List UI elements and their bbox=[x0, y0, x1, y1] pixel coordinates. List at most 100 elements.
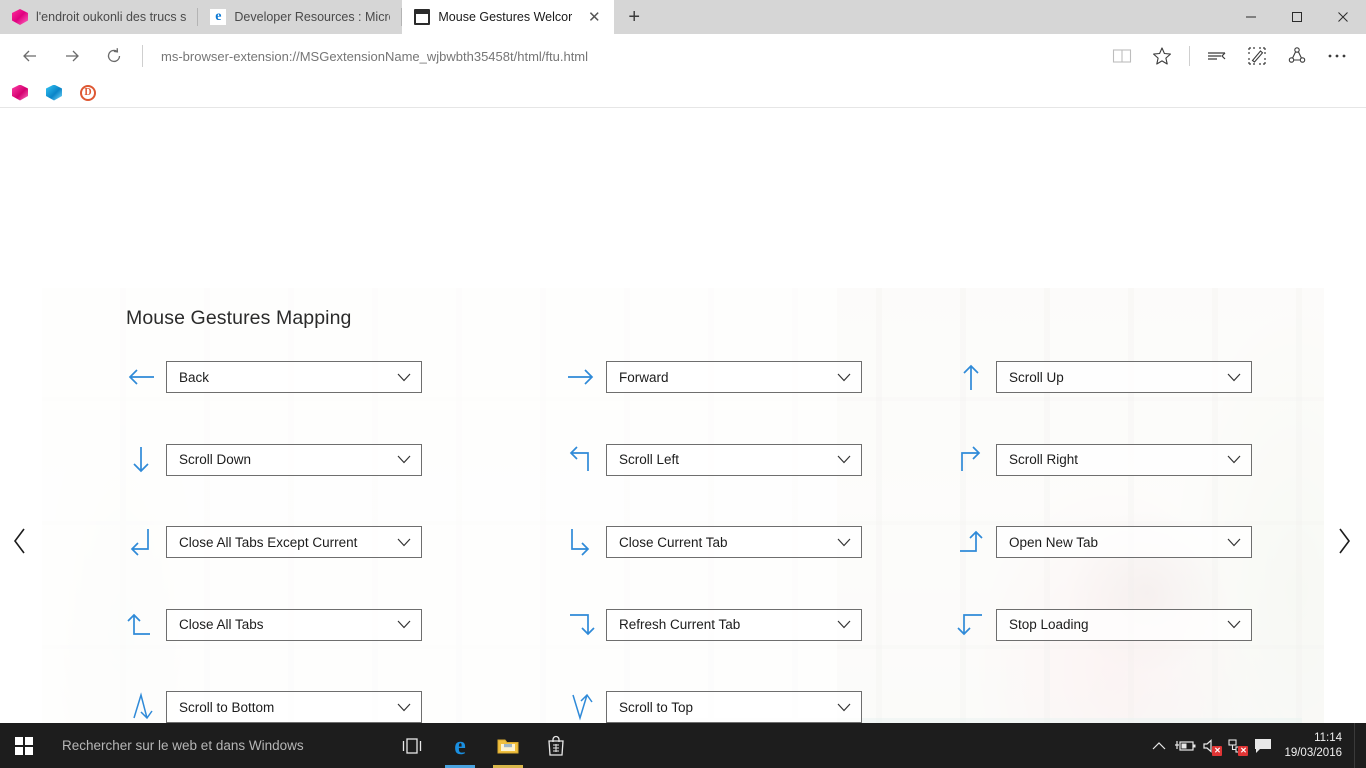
gesture-cell: Close Current Tab bbox=[482, 525, 872, 559]
favorites-bar: D bbox=[0, 78, 1366, 108]
task-view-button[interactable] bbox=[388, 723, 436, 768]
hub-icon[interactable] bbox=[1198, 38, 1236, 74]
gesture-action-select[interactable]: Refresh Current Tab bbox=[606, 608, 862, 641]
show-desktop-button[interactable] bbox=[1354, 723, 1362, 768]
gesture-left-down-icon bbox=[952, 608, 990, 642]
gesture-up-icon bbox=[952, 360, 990, 394]
gesture-action-value: Close All Tabs bbox=[179, 617, 264, 632]
taskbar-search-input[interactable]: Rechercher sur le web et dans Windows bbox=[48, 723, 388, 768]
chevron-down-icon bbox=[397, 703, 411, 712]
gesture-up-right-icon bbox=[952, 443, 990, 477]
gesture-action-select[interactable]: Scroll Down bbox=[166, 443, 422, 476]
more-icon[interactable] bbox=[1318, 38, 1356, 74]
address-bar[interactable]: ms-browser-extension://MSGextensionName_… bbox=[155, 41, 1093, 71]
window-icon bbox=[414, 9, 431, 25]
chevron-down-icon bbox=[837, 455, 851, 464]
chevron-down-icon bbox=[1227, 538, 1241, 547]
maximize-button[interactable] bbox=[1274, 0, 1320, 34]
file-explorer-button[interactable] bbox=[484, 723, 532, 768]
windows-start-icon[interactable] bbox=[0, 723, 48, 768]
store-bag-icon bbox=[548, 735, 564, 756]
gesture-action-select[interactable]: Close Current Tab bbox=[606, 526, 862, 558]
gesture-action-value: Scroll Up bbox=[1009, 369, 1064, 385]
chevron-down-icon bbox=[837, 373, 851, 382]
favorite-site-1-icon[interactable] bbox=[12, 84, 28, 101]
window-controls bbox=[1228, 0, 1366, 34]
carousel-next-button[interactable] bbox=[1336, 527, 1352, 555]
gesture-action-value: Scroll to Top bbox=[619, 699, 694, 715]
tab-item-0[interactable]: l'endroit oukonli des trucs s bbox=[0, 0, 199, 34]
gesture-action-value: Scroll Down bbox=[179, 452, 252, 467]
gesture-cell: Scroll Down bbox=[42, 443, 482, 477]
battery-charging-icon[interactable] bbox=[1172, 723, 1198, 768]
gesture-action-value: Scroll Right bbox=[1009, 452, 1079, 467]
chevron-down-icon bbox=[397, 620, 411, 629]
gesture-action-value: Stop Loading bbox=[1009, 617, 1089, 632]
gesture-cell: Back bbox=[42, 360, 482, 394]
refresh-icon[interactable] bbox=[94, 38, 134, 74]
page-content: Mouse Gestures Mapping Back Forward Scro… bbox=[0, 108, 1366, 723]
gesture-cell: Scroll to Top bbox=[482, 690, 872, 723]
web-note-icon[interactable] bbox=[1238, 38, 1276, 74]
carousel-slide: Mouse Gestures Mapping Back Forward Scro… bbox=[42, 288, 1324, 723]
windows-logo bbox=[15, 736, 33, 755]
gesture-row: Close All Tabs Except Current Close Curr… bbox=[42, 525, 1324, 608]
chevron-down-icon bbox=[837, 538, 851, 547]
browser-tool-icons bbox=[1095, 38, 1356, 74]
gesture-action-select[interactable]: Close All Tabs Except Current bbox=[166, 526, 422, 558]
gesture-right-down-icon bbox=[562, 608, 600, 642]
navigation-toolbar: ms-browser-extension://MSGextensionName_… bbox=[0, 34, 1366, 78]
favorite-site-2-icon[interactable] bbox=[46, 84, 62, 101]
store-button[interactable] bbox=[532, 723, 580, 768]
gesture-cell: Refresh Current Tab bbox=[482, 608, 872, 642]
gesture-up-left-icon bbox=[562, 443, 600, 477]
gesture-mapping-grid: Back Forward Scroll Up Scroll Down Scrol… bbox=[42, 360, 1324, 723]
gesture-left-icon bbox=[122, 360, 160, 394]
volume-muted-icon[interactable]: ✕ bbox=[1198, 723, 1224, 768]
back-arrow-icon[interactable] bbox=[10, 38, 50, 74]
edge-button[interactable]: e bbox=[436, 723, 484, 768]
gesture-action-select[interactable]: Scroll to Bottom bbox=[166, 691, 422, 723]
gesture-cell: Forward bbox=[482, 360, 872, 394]
gesture-action-select[interactable]: Scroll Right bbox=[996, 443, 1252, 476]
minimize-button[interactable] bbox=[1228, 0, 1274, 34]
gesture-row: Close All Tabs Refresh Current Tab Stop … bbox=[42, 608, 1324, 691]
gesture-cell: Scroll Left bbox=[482, 443, 872, 477]
favorite-site-3-icon[interactable]: D bbox=[80, 84, 96, 101]
close-window-button[interactable] bbox=[1320, 0, 1366, 34]
chevron-up-icon[interactable] bbox=[1146, 723, 1172, 768]
tab-item-2[interactable]: Mouse Gestures Welcor ✕ bbox=[402, 0, 615, 34]
tab-item-1[interactable]: e Developer Resources : Micro bbox=[198, 0, 403, 34]
gesture-action-select[interactable]: Back bbox=[166, 361, 422, 393]
gesture-action-select[interactable]: Scroll to Top bbox=[606, 691, 862, 723]
system-tray: ✕ ✕ 11:14 19/03/2016 bbox=[1146, 723, 1366, 768]
gesture-row: Back Forward Scroll Up bbox=[42, 360, 1324, 443]
clock-time: 11:14 bbox=[1314, 731, 1342, 744]
action-center-icon[interactable] bbox=[1250, 723, 1276, 768]
tab-close-icon[interactable]: ✕ bbox=[586, 10, 602, 25]
favorites-star-icon[interactable] bbox=[1143, 38, 1181, 74]
share-icon[interactable] bbox=[1278, 38, 1316, 74]
gesture-cell: Scroll to Bottom bbox=[42, 690, 482, 723]
reading-view-icon[interactable] bbox=[1103, 38, 1141, 74]
network-error-icon[interactable]: ✕ bbox=[1224, 723, 1250, 768]
forward-arrow-icon[interactable] bbox=[52, 38, 92, 74]
carousel-prev-button[interactable] bbox=[12, 527, 28, 555]
error-badge: ✕ bbox=[1238, 746, 1249, 756]
toolbar-divider bbox=[1189, 46, 1190, 66]
gesture-action-select[interactable]: Open New Tab bbox=[996, 526, 1252, 558]
error-badge: ✕ bbox=[1212, 746, 1223, 756]
tab-title: Developer Resources : Micro bbox=[234, 10, 391, 24]
taskbar-clock[interactable]: 11:14 19/03/2016 bbox=[1276, 731, 1354, 761]
chevron-down-icon bbox=[1227, 455, 1241, 464]
gesture-action-select[interactable]: Stop Loading bbox=[996, 608, 1252, 641]
gesture-left-up-icon bbox=[952, 525, 990, 559]
gesture-action-select[interactable]: Forward bbox=[606, 361, 862, 393]
new-tab-button[interactable]: + bbox=[614, 0, 655, 34]
search-placeholder: Rechercher sur le web et dans Windows bbox=[62, 738, 304, 753]
gesture-right-up-icon bbox=[122, 608, 160, 642]
gesture-action-select[interactable]: Close All Tabs bbox=[166, 608, 422, 641]
gesture-action-select[interactable]: Scroll Up bbox=[996, 361, 1252, 393]
gesture-right-icon bbox=[562, 360, 600, 394]
gesture-action-select[interactable]: Scroll Left bbox=[606, 443, 862, 476]
